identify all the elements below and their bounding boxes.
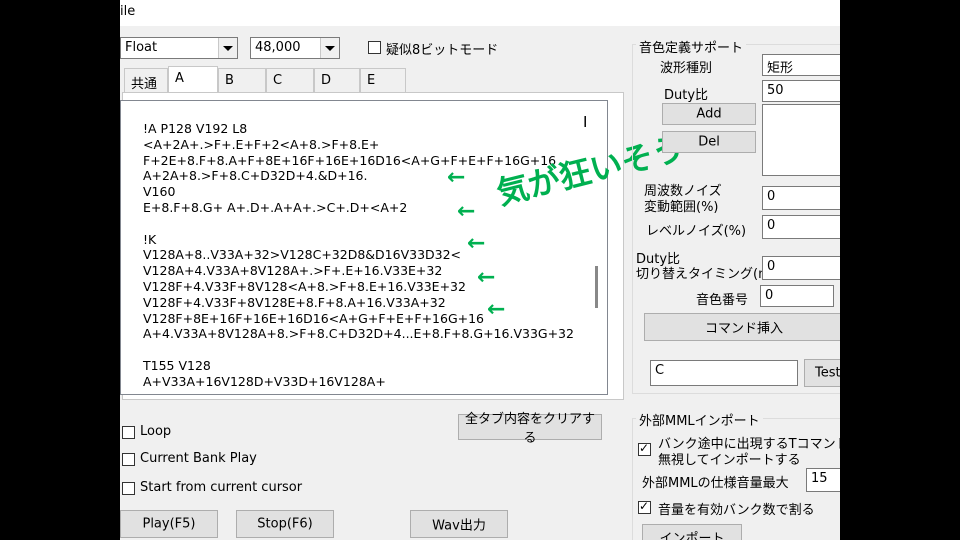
code-line[interactable]: A+4.V33A+8V128A+8.>F+8.C+D32D+4...E+8.F+…: [143, 326, 574, 342]
tab-label: C: [273, 73, 283, 88]
play-button[interactable]: Play(F5): [120, 510, 218, 538]
del-button[interactable]: Del: [662, 131, 756, 153]
code-line[interactable]: [143, 342, 574, 358]
level-noise-label: レベルノイズ(%): [646, 224, 747, 239]
ignore-t-label-2: 無視してインポートする: [658, 453, 801, 468]
ignore-t-checkbox[interactable]: [638, 441, 651, 456]
arrow-left-icon: ←: [467, 231, 486, 256]
test-button[interactable]: Test: [804, 359, 840, 387]
tab-d[interactable]: D: [314, 68, 360, 92]
from-cursor-label: Start from current cursor: [140, 480, 303, 495]
max-volume-label: 外部MMLの仕様音量最大: [642, 476, 789, 491]
tab-a[interactable]: A: [168, 66, 218, 94]
tone-number-field[interactable]: 0: [760, 285, 834, 307]
clear-tabs-label: 全タブ内容をクリアする: [464, 412, 595, 446]
code-line[interactable]: !K: [143, 232, 574, 248]
duty-switch-field[interactable]: 0: [762, 256, 840, 280]
tab-label: A: [175, 71, 184, 86]
chevron-down-icon[interactable]: [218, 38, 237, 58]
tab-common[interactable]: 共通: [124, 68, 168, 92]
import-label: インポート: [659, 531, 725, 540]
waveform-select[interactable]: 矩形: [762, 54, 840, 76]
code-line[interactable]: [143, 216, 574, 232]
chevron-down-icon[interactable]: [320, 38, 339, 58]
tab-label: B: [225, 73, 234, 88]
wav-export-button[interactable]: Wav出力: [410, 510, 508, 538]
code-line[interactable]: A+V33A+16V128D+V33D+16V128A+: [143, 374, 574, 390]
tab-label: 共通: [131, 77, 158, 92]
tone-number-label: 音色番号: [696, 293, 749, 308]
code-line[interactable]: V128F+8E+16F+16E+16D16<A+G+F+E+F+16G+16: [143, 311, 574, 327]
duty-label: Duty比: [664, 88, 709, 103]
sample-rate-select[interactable]: 48,000: [250, 37, 340, 59]
format-select[interactable]: Float: [120, 37, 238, 59]
waveform-value: 矩形: [767, 61, 794, 76]
divide-volume-label: 音量を有効バンク数で割る: [658, 503, 815, 518]
test-label: Test: [815, 365, 840, 381]
tab-e[interactable]: E: [360, 68, 406, 92]
format-select-value: Float: [125, 40, 158, 55]
tab-c[interactable]: C: [266, 68, 314, 92]
pseudo8bit-checkbox[interactable]: [368, 41, 381, 54]
command-field[interactable]: C: [650, 360, 798, 386]
mml-import-title: 外部MMLインポート: [636, 410, 763, 429]
mml-editor[interactable]: !A P128 V192 L8 <A+2A+.>F+.E+F+2<A+8.>F+8…: [120, 100, 688, 395]
max-volume-value: 15: [811, 471, 828, 486]
duty-value: 50: [767, 83, 784, 98]
play-label: Play(F5): [142, 516, 196, 532]
code-line[interactable]: V128A+8..V33A+32>V128C+32D8&D16V33D32<: [143, 247, 574, 263]
freq-noise-label-2: 変動範囲(%): [644, 200, 719, 215]
pseudo8bit-label: 疑似8ビットモード: [386, 43, 499, 58]
duty-switch-label-2: 切り替えタイミング(ms): [636, 267, 783, 282]
code-line[interactable]: !A P128 V192 L8: [143, 121, 574, 137]
current-bank-checkbox[interactable]: [122, 453, 135, 466]
del-label: Del: [698, 134, 720, 150]
level-noise-value: 0: [767, 218, 776, 233]
command-value: C: [655, 363, 665, 378]
clear-tabs-button[interactable]: 全タブ内容をクリアする: [458, 412, 602, 446]
stop-label: Stop(F6): [257, 516, 313, 532]
window-title: ile: [120, 4, 136, 19]
tab-label: D: [321, 73, 332, 88]
duty-select[interactable]: 50: [762, 80, 840, 102]
tab-b[interactable]: B: [218, 68, 266, 92]
loop-label: Loop: [140, 424, 172, 439]
arrow-left-icon: ←: [457, 199, 476, 224]
arrow-left-icon: ←: [447, 165, 466, 190]
title-bar: ile: [120, 0, 840, 26]
arrow-left-icon: ←: [487, 297, 506, 322]
waveform-label: 波形種別: [660, 61, 713, 76]
code-line[interactable]: <A+2A+.>F+.E+F+2<A+8.>F+8.E+: [143, 137, 574, 153]
tab-label: E: [367, 73, 376, 88]
arrow-left-icon: ←: [477, 265, 496, 290]
wav-export-label: Wav出力: [432, 518, 486, 534]
code-line[interactable]: V128F+4.V33F+8V128E+8.F+8.A+16.V33A+32: [143, 295, 574, 311]
duty-list[interactable]: [762, 104, 840, 176]
code-line[interactable]: T155 V128: [143, 358, 574, 374]
code-line[interactable]: V128A+4.V33A+8V128A+.>F+.E+16.V33E+32: [143, 263, 574, 279]
text-cursor-icon: I: [583, 113, 588, 131]
insert-command-label: コマンド挿入: [704, 321, 783, 337]
sample-rate-value: 48,000: [255, 40, 301, 55]
app-window: ile Float 48,000 疑似8ビットモード 共通 A B C D E …: [120, 0, 840, 540]
mml-code[interactable]: !A P128 V192 L8 <A+2A+.>F+.E+F+2<A+8.>F+8…: [143, 121, 574, 390]
tone-support-title: 音色定義サポート: [636, 37, 747, 56]
add-label: Add: [696, 106, 722, 122]
level-noise-field[interactable]: 0: [762, 215, 840, 239]
insert-command-button[interactable]: コマンド挿入: [644, 313, 840, 341]
code-line[interactable]: V128F+4.V33F+8V128<A+8.>F+8.E+16.V33E+32: [143, 279, 574, 295]
from-cursor-checkbox[interactable]: [122, 482, 135, 495]
stop-button[interactable]: Stop(F6): [236, 510, 334, 538]
divide-volume-checkbox[interactable]: [638, 499, 651, 514]
duty-switch-value: 0: [767, 259, 776, 274]
import-button[interactable]: インポート: [642, 524, 742, 540]
freq-noise-field[interactable]: 0: [762, 186, 840, 210]
freq-noise-value: 0: [767, 189, 776, 204]
add-button[interactable]: Add: [662, 103, 756, 125]
tone-number-value: 0: [765, 288, 774, 303]
loop-checkbox[interactable]: [122, 426, 135, 439]
scrollbar-thumb[interactable]: [595, 266, 598, 308]
max-volume-field[interactable]: 15: [806, 468, 840, 492]
current-bank-label: Current Bank Play: [140, 451, 257, 466]
